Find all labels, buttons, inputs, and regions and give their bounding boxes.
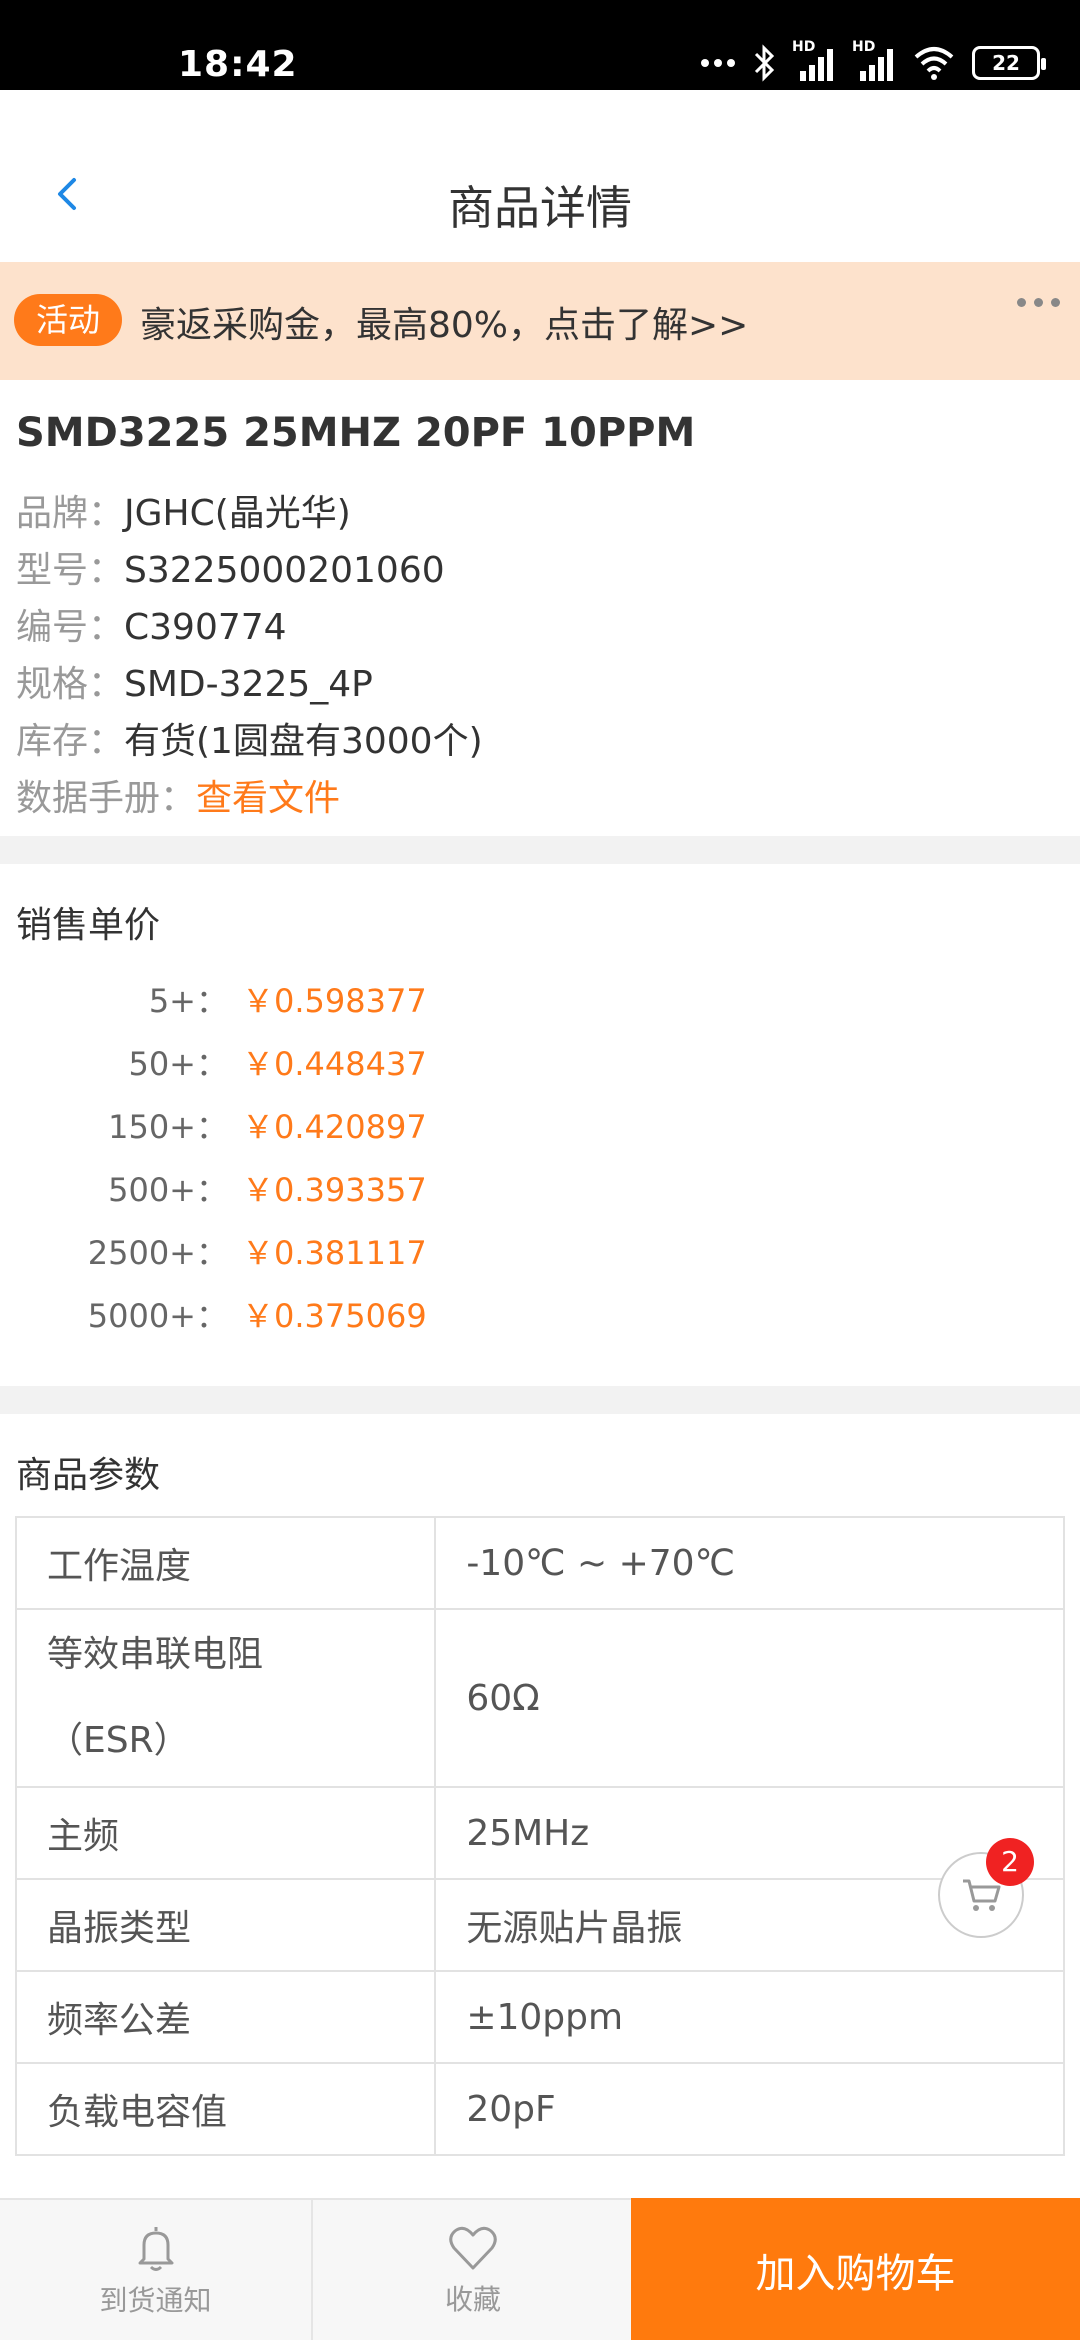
battery-icon: 22	[972, 46, 1046, 80]
model-value: S3225000201060	[124, 550, 445, 591]
price-tier-qty: 500+：	[108, 1171, 228, 1209]
model-row: 型号：S3225000201060	[16, 541, 445, 593]
param-key: 负载电容值	[14, 2062, 437, 2156]
wifi-icon	[914, 47, 954, 80]
promo-text: 豪返采购金，最高80%，点击了解>>	[140, 305, 749, 346]
price-tier-row: 50+： ￥0.448437	[0, 1039, 1080, 1083]
table-row: 等效串联电阻 （ESR） 60Ω	[14, 1608, 1065, 1788]
code-label: 编号：	[16, 607, 125, 648]
bluetooth-icon	[754, 44, 775, 82]
table-row: 频率公差 ±10ppm	[14, 1970, 1065, 2064]
datasheet-row: 数据手册：查看文件	[16, 769, 340, 821]
table-row: 晶振类型 无源贴片晶振	[14, 1878, 1065, 1972]
battery-level: 22	[992, 51, 1020, 75]
promo-banner[interactable]: 活动 豪返采购金，最高80%，点击了解>>	[0, 262, 1080, 380]
datasheet-label: 数据手册：	[16, 778, 197, 819]
price-section: 销售单价 5+： ￥0.598377 50+： ￥0.448437 150+： …	[0, 864, 1080, 1386]
param-key: 主频	[14, 1786, 437, 1880]
code-row: 编号：C390774	[16, 598, 287, 650]
param-value: 60Ω	[434, 1608, 1065, 1788]
param-key: 频率公差	[14, 1970, 437, 2064]
stock-value: 有货(1圆盘有3000个)	[124, 721, 483, 762]
price-section-title: 销售单价	[16, 905, 161, 946]
param-key: 工作温度	[14, 1516, 437, 1610]
bell-icon	[138, 2227, 173, 2271]
price-tier-price: ￥0.598377	[242, 982, 427, 1020]
more-options-icon[interactable]	[1017, 298, 1060, 307]
notify-button[interactable]: 到货通知	[0, 2200, 313, 2340]
price-tier-qty: 150+：	[108, 1108, 228, 1146]
price-tier-row: 5+： ￥0.598377	[0, 976, 1080, 1020]
price-tier-row: 150+： ￥0.420897	[0, 1102, 1080, 1146]
price-tier-price: ￥0.375069	[242, 1297, 427, 1335]
brand-value: JGHC(晶光华)	[124, 493, 351, 534]
datasheet-link[interactable]: 查看文件	[196, 778, 340, 819]
stock-row: 库存：有货(1圆盘有3000个)	[16, 712, 483, 764]
model-label: 型号：	[16, 550, 125, 591]
param-key: 等效串联电阻 （ESR）	[14, 1608, 437, 1788]
promo-badge: 活动	[14, 294, 123, 346]
params-section-title: 商品参数	[16, 1455, 161, 1496]
param-value: -10℃ ~ +70℃	[434, 1516, 1065, 1610]
more-dots-icon	[701, 59, 735, 67]
signal-1-icon: HD	[792, 39, 836, 83]
product-name: SMD3225 25MHZ 20PF 10PPM	[16, 410, 696, 456]
heart-icon	[449, 2226, 497, 2270]
brand-row: 品牌：JGHC(晶光华)	[16, 484, 351, 536]
price-tier-qty: 50+：	[128, 1045, 228, 1083]
param-value: ±10ppm	[434, 1970, 1065, 2064]
params-table: 工作温度 -10℃ ~ +70℃ 等效串联电阻 （ESR） 60Ω 主频 25MH…	[14, 1516, 1065, 2156]
cart-count-badge: 2	[986, 1838, 1034, 1886]
status-time: 18:42	[178, 44, 298, 85]
notify-label: 到货通知	[99, 2284, 212, 2317]
code-value: C390774	[124, 607, 287, 648]
status-bar: 18:42 HD HD 22	[0, 0, 1080, 90]
price-tier-qty: 5000+：	[87, 1297, 228, 1335]
package-row: 规格：SMD-3225_4P	[16, 655, 373, 707]
page-header: 商品详情	[0, 90, 1080, 262]
price-tier-price: ￥0.393357	[242, 1171, 427, 1209]
table-row: 主频 25MHz	[14, 1786, 1065, 1880]
param-key-line: （ESR）	[47, 1720, 190, 1761]
param-key: 晶振类型	[14, 1878, 437, 1972]
param-key-line: 等效串联电阻	[47, 1634, 264, 1675]
table-row: 负载电容值 20pF	[14, 2062, 1065, 2156]
signal-2-icon: HD	[852, 39, 896, 83]
page-title: 商品详情	[448, 181, 632, 235]
brand-label: 品牌：	[16, 493, 125, 534]
param-value: 20pF	[434, 2062, 1065, 2156]
params-section: 商品参数 工作温度 -10℃ ~ +70℃ 等效串联电阻 （ESR） 60Ω 主频…	[0, 1414, 1080, 2184]
section-divider	[0, 836, 1080, 864]
package-value: SMD-3225_4P	[124, 664, 373, 705]
price-tier-row: 500+： ￥0.393357	[0, 1165, 1080, 1209]
add-to-cart-button[interactable]: 加入购物车	[631, 2198, 1080, 2340]
section-divider	[0, 1386, 1080, 1414]
price-tier-qty: 2500+：	[87, 1234, 228, 1272]
price-tier-price: ￥0.420897	[242, 1108, 427, 1146]
bottom-action-bar: 到货通知 收藏 加入购物车	[0, 2198, 1080, 2340]
favorite-label: 收藏	[444, 2283, 501, 2316]
stock-label: 库存：	[16, 721, 125, 762]
price-tier-price: ￥0.381117	[242, 1234, 427, 1272]
package-label: 规格：	[16, 664, 125, 705]
favorite-button[interactable]: 收藏	[315, 2200, 631, 2340]
status-icons: HD HD 22	[700, 38, 1046, 88]
table-row: 工作温度 -10℃ ~ +70℃	[14, 1516, 1065, 1610]
price-tier-row: 2500+： ￥0.381117	[0, 1228, 1080, 1272]
price-tier-qty: 5+：	[148, 982, 228, 1020]
product-info: SMD3225 25MHZ 20PF 10PPM 品牌：JGHC(晶光华) 型号…	[0, 380, 1080, 836]
price-tier-price: ￥0.448437	[242, 1045, 427, 1083]
price-tier-row: 5000+： ￥0.375069	[0, 1291, 1080, 1335]
